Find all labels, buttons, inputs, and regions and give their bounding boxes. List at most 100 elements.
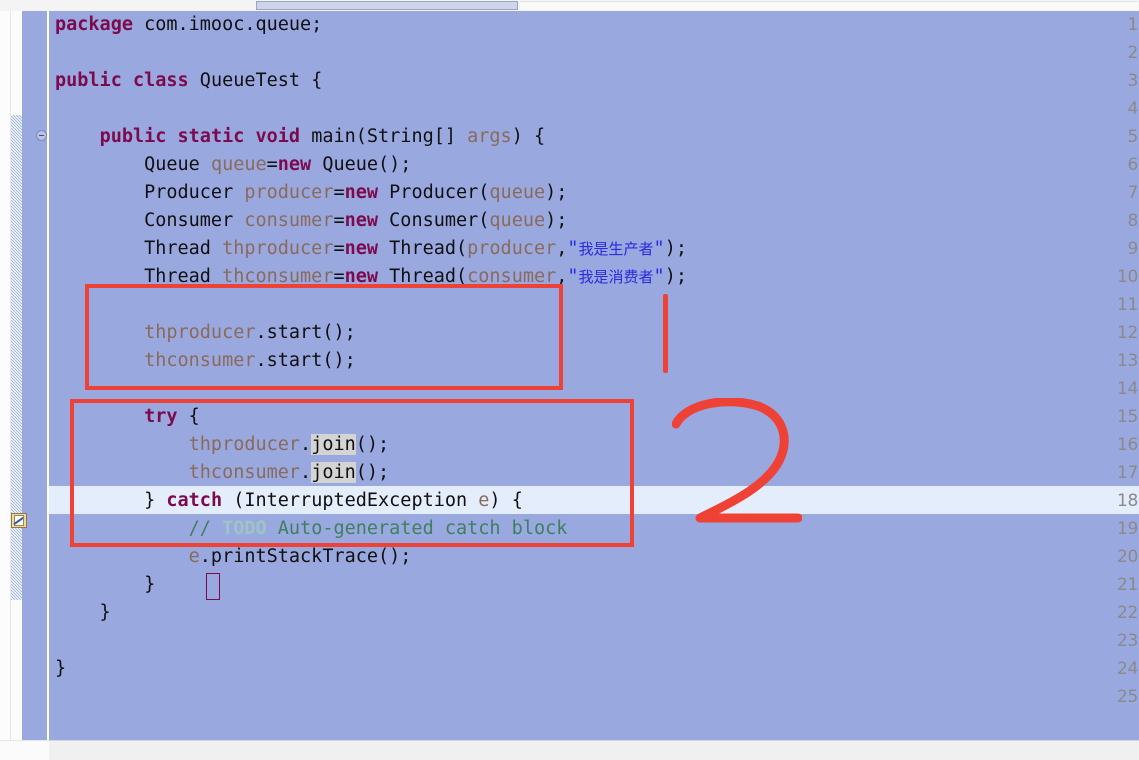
code-line[interactable]: } — [55, 571, 155, 599]
code-token: = — [333, 182, 345, 203]
code-editor-window: package com.imooc.queue; public class Que… — [0, 0, 1139, 760]
code-token: new — [344, 238, 379, 259]
code-token: Thread( — [378, 238, 468, 259]
editor-left-rail — [0, 11, 11, 740]
todo-task-marker-icon[interactable] — [11, 513, 27, 528]
line-number: 21 — [1116, 575, 1138, 595]
line-number: 12 — [1116, 323, 1138, 343]
code-token: Queue — [55, 154, 211, 175]
code-line[interactable]: Queue queue=new Queue(); — [55, 151, 411, 179]
line-number-gutter[interactable] — [22, 11, 47, 740]
code-token: " — [653, 238, 665, 259]
line-number: 16 — [1116, 435, 1138, 455]
annotation-digit-one — [663, 294, 668, 373]
top-scrollbar-thumb[interactable] — [256, 1, 518, 10]
code-token: com.imooc.queue; — [132, 14, 323, 35]
code-token: ); — [664, 266, 687, 287]
code-token: Producer — [55, 182, 245, 203]
code-token: Producer( — [378, 182, 490, 203]
annotation-rectangle-2 — [70, 399, 634, 547]
code-token: queue — [489, 210, 546, 231]
code-line[interactable]: public class QueueTest { — [55, 67, 322, 95]
line-number: 3 — [1127, 71, 1138, 91]
code-token: class — [132, 70, 189, 91]
line-number: 4 — [1127, 99, 1138, 119]
line-number: 6 — [1127, 155, 1138, 175]
code-token: QueueTest { — [188, 70, 323, 91]
code-token: public — [55, 70, 122, 91]
code-line[interactable]: e.printStackTrace(); — [55, 543, 412, 571]
code-token: args — [467, 126, 512, 147]
code-token: } — [55, 574, 156, 595]
bottom-horizontal-scrollbar[interactable] — [49, 740, 1139, 760]
code-token: new — [277, 154, 312, 175]
code-token: e — [188, 546, 200, 567]
code-token: Thread — [55, 238, 223, 259]
line-number: 15 — [1116, 407, 1138, 427]
bottom-left-filler — [0, 740, 49, 760]
code-token: = — [266, 154, 278, 175]
code-token: new — [344, 182, 379, 203]
code-token: Consumer( — [378, 210, 490, 231]
code-token: ); — [545, 210, 568, 231]
code-line[interactable]: Consumer consumer=new Consumer(queue); — [55, 207, 567, 235]
code-token: void — [255, 126, 301, 147]
line-number: 20 — [1116, 547, 1138, 567]
line-number: 10 — [1116, 267, 1138, 287]
matching-brace-highlight — [206, 573, 220, 600]
code-fold-marker-icon[interactable] — [36, 130, 47, 141]
line-number: 17 — [1116, 463, 1138, 483]
code-token: = — [333, 210, 345, 231]
code-line[interactable]: } — [55, 599, 111, 627]
code-token: public — [99, 126, 167, 147]
code-line[interactable]: package com.imooc.queue; — [55, 11, 322, 39]
annotation-digit-two — [672, 398, 802, 523]
code-token: package — [55, 14, 133, 35]
code-token: 我是消费者 — [578, 268, 654, 286]
code-token: Consumer — [55, 210, 245, 231]
code-token: = — [333, 238, 345, 259]
annotation-rectangle-1 — [85, 284, 563, 390]
code-token: 我是生产者 — [578, 240, 654, 258]
code-token: producer — [244, 182, 334, 203]
code-token: } — [55, 658, 67, 679]
line-number: 23 — [1116, 631, 1138, 651]
line-number: 1 — [1127, 15, 1138, 35]
code-line[interactable]: Thread thproducer=new Thread(producer,"我… — [55, 235, 687, 263]
code-token: " — [567, 238, 579, 259]
line-number: 25 — [1116, 687, 1138, 707]
line-number: 9 — [1127, 239, 1138, 259]
code-line[interactable]: Producer producer=new Producer(queue); — [55, 179, 567, 207]
line-number: 11 — [1116, 295, 1138, 315]
code-token: new — [344, 210, 379, 231]
line-number: 8 — [1127, 211, 1138, 231]
line-number: 14 — [1116, 379, 1138, 399]
code-token: " — [653, 266, 665, 287]
line-number: 18 — [1116, 491, 1138, 511]
code-token: producer — [467, 238, 557, 259]
top-scrollbar-track[interactable] — [520, 1, 1138, 10]
line-number: 24 — [1116, 659, 1138, 679]
code-line[interactable]: } — [55, 655, 66, 683]
code-token: main(String[] — [300, 126, 468, 147]
code-token: ); — [545, 182, 568, 203]
code-token: ); — [664, 238, 687, 259]
code-token: ) { — [511, 126, 546, 147]
line-number: 22 — [1116, 603, 1138, 623]
code-line[interactable]: public static void main(String[] args) { — [55, 123, 546, 151]
code-token: queue — [210, 154, 267, 175]
code-token: } — [55, 602, 111, 623]
line-number: 2 — [1127, 43, 1138, 63]
code-token: queue — [489, 182, 546, 203]
line-number: 13 — [1116, 351, 1138, 371]
code-token: .printStackTrace(); — [199, 546, 412, 567]
code-token: thproducer — [222, 238, 334, 259]
line-number: 7 — [1127, 183, 1138, 203]
line-number: 5 — [1127, 127, 1138, 147]
code-token: , — [556, 238, 568, 259]
